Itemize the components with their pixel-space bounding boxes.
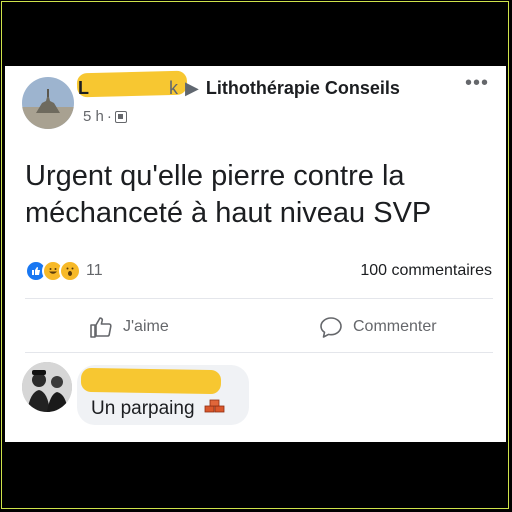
commenter-avatar[interactable] <box>22 362 72 412</box>
divider-top <box>25 298 493 299</box>
comments-count[interactable]: 100 commentaires <box>360 262 492 280</box>
more-options-icon[interactable]: ••• <box>465 72 489 95</box>
comment-text: Un parpaing <box>91 398 226 420</box>
group-name[interactable]: Lithothérapie Conseils <box>206 78 400 98</box>
author-name-fragment[interactable]: k <box>169 78 178 98</box>
friends-icon <box>114 110 127 123</box>
comment-body: Un parpaing <box>91 398 195 420</box>
arrow-right-icon: ▶ <box>185 78 199 98</box>
reactions-summary[interactable]: 11 <box>25 260 103 282</box>
post-text: Urgent qu'elle pierre contre la méchance… <box>25 160 432 229</box>
wow-reaction-icon <box>59 260 81 282</box>
divider-bottom <box>25 352 493 353</box>
post-meta: 5 h · <box>83 108 127 125</box>
speech-bubble-icon <box>319 316 343 338</box>
post-time[interactable]: 5 h <box>83 108 104 125</box>
comment-button[interactable]: Commenter <box>319 316 437 338</box>
author-initial[interactable]: L <box>78 78 89 98</box>
comment-label: Commenter <box>353 318 437 335</box>
thumbs-up-icon <box>89 316 113 338</box>
post-header: Lk ▶ Lithothérapie Conseils <box>78 78 400 99</box>
reaction-count: 11 <box>86 262 103 279</box>
like-label: J'aime <box>123 318 169 335</box>
redacted-commenter-name <box>80 367 222 395</box>
post-card: Lk ▶ Lithothérapie Conseils ••• 5 h · Ur… <box>5 66 506 442</box>
comment-bubble: Un parpaing <box>77 365 249 425</box>
brick-emoji-icon <box>204 398 226 420</box>
group-avatar[interactable] <box>22 77 74 129</box>
like-button[interactable]: J'aime <box>89 316 169 338</box>
meta-separator: · <box>106 108 112 125</box>
